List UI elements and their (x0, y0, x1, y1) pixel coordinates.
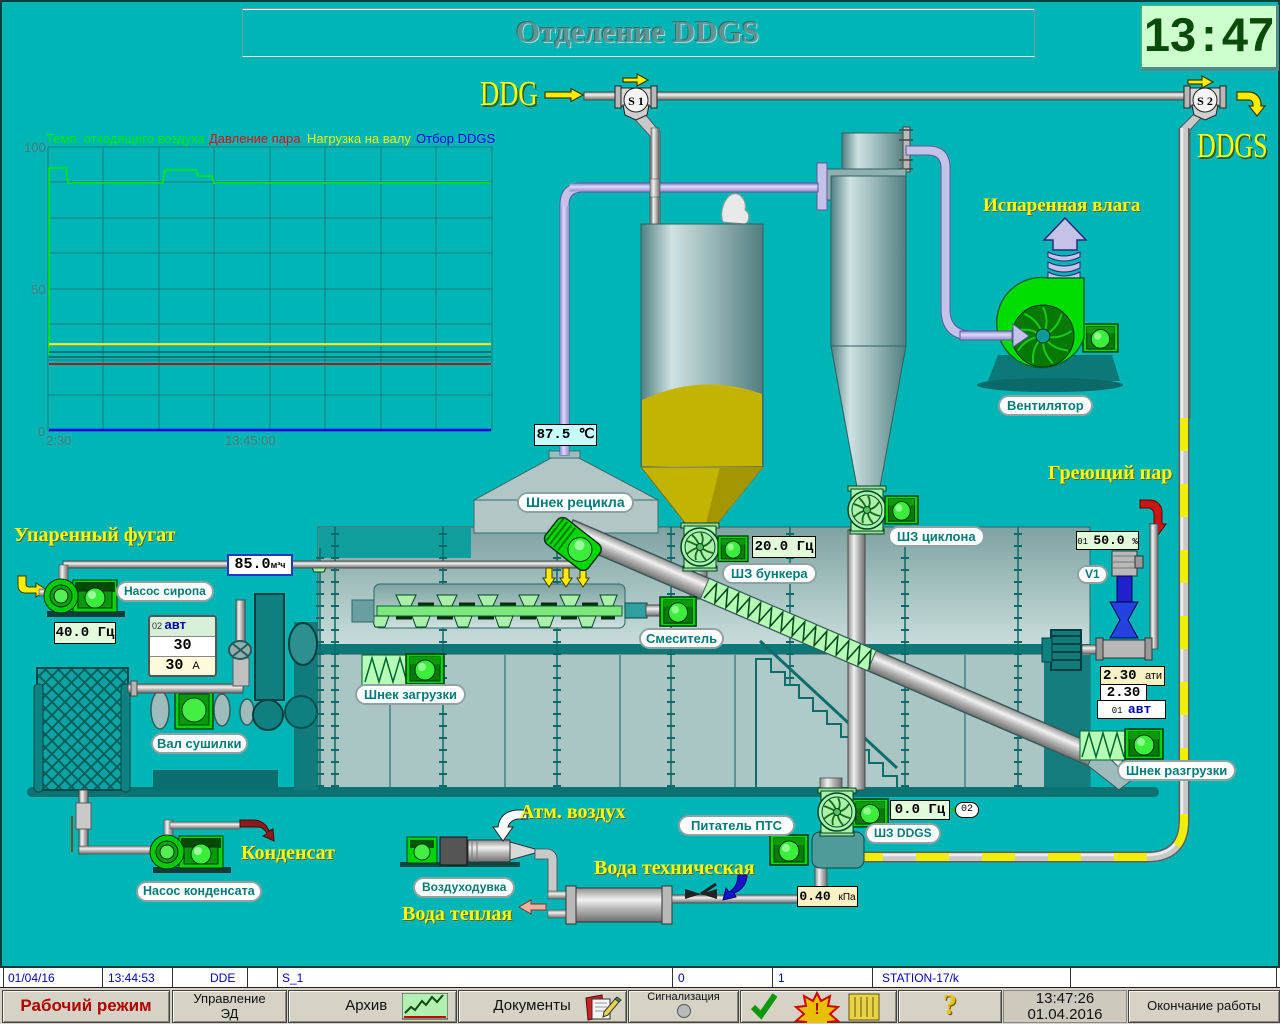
svg-text:!: ! (814, 1001, 819, 1018)
svg-text:S 2: S 2 (1197, 94, 1213, 108)
svg-text:S 1: S 1 (628, 94, 644, 108)
